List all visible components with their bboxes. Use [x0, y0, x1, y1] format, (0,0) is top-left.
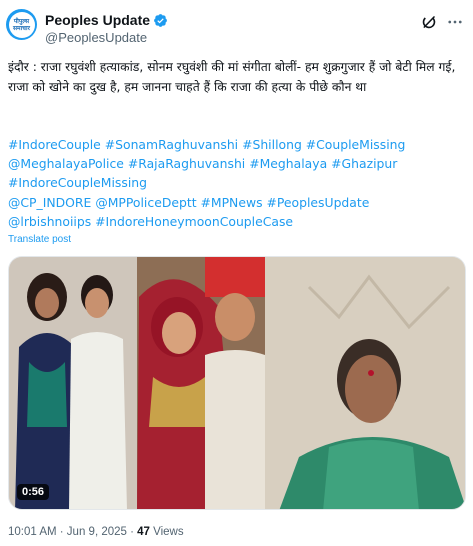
avatar-logo-line2: समाचार — [12, 24, 31, 32]
video-thumbnail — [9, 257, 465, 509]
video-player[interactable]: 0:56 — [8, 256, 466, 510]
post-hashtags: #IndoreCouple #SonamRaghuvanshi #Shillon… — [8, 135, 468, 231]
grok-icon[interactable] — [421, 14, 437, 30]
mention-link[interactable]: @MeghalayaPolice — [8, 156, 124, 171]
video-duration-badge: 0:56 — [17, 484, 50, 500]
hashtag-link[interactable]: #CoupleMissing — [306, 137, 406, 152]
hashtag-link[interactable]: #Ghazipur — [331, 156, 397, 171]
author-avatar[interactable]: पीपुल्स समाचार — [6, 9, 37, 40]
post-metadata: 10:01 AM · Jun 9, 2025 · 47 Views — [8, 526, 184, 538]
hashtag-link[interactable]: #IndoreHoneymoonCoupleCase — [95, 214, 293, 229]
mention-link[interactable]: @CP_INDORE — [8, 195, 91, 210]
post-timestamp[interactable]: 10:01 AM · Jun 9, 2025 · — [8, 526, 137, 538]
hashtag-link[interactable]: #RajaRaghuvanshi — [128, 156, 245, 171]
hashtag-link[interactable]: #SonamRaghuvanshi — [105, 137, 238, 152]
hashtag-link[interactable]: #IndoreCouple — [8, 137, 101, 152]
verified-badge-icon — [154, 13, 167, 27]
author-name-row: Peoples Update — [45, 12, 168, 28]
hashtag-link[interactable]: #IndoreCoupleMissing — [8, 175, 147, 190]
hashtag-link[interactable]: #Shillong — [242, 137, 302, 152]
hashtag-link[interactable]: #PeoplesUpdate — [267, 195, 370, 210]
post-text: इंदौर : राजा रघुवंशी हत्याकांड, सोनम रघु… — [8, 60, 456, 94]
avatar-logo-line1: पीपुल्स — [13, 17, 30, 25]
mention-link[interactable]: @MPPoliceDeptt — [95, 195, 196, 210]
post-header: पीपुल्स समाचार Peoples Update @PeoplesUp… — [0, 0, 473, 52]
translate-post-link[interactable]: Translate post — [8, 234, 71, 245]
views-label: Views — [149, 526, 184, 538]
author-handle[interactable]: @PeoplesUpdate — [45, 30, 147, 45]
more-options-icon[interactable] — [446, 13, 464, 31]
author-display-name[interactable]: Peoples Update — [45, 12, 150, 28]
view-count: 47 — [137, 526, 150, 538]
hashtag-link[interactable]: #Meghalaya — [249, 156, 327, 171]
mention-link[interactable]: @lrbishnoiips — [8, 214, 91, 229]
avatar-logo: पीपुल्स समाचार — [8, 11, 35, 38]
hashtag-link[interactable]: #MPNews — [201, 195, 263, 210]
